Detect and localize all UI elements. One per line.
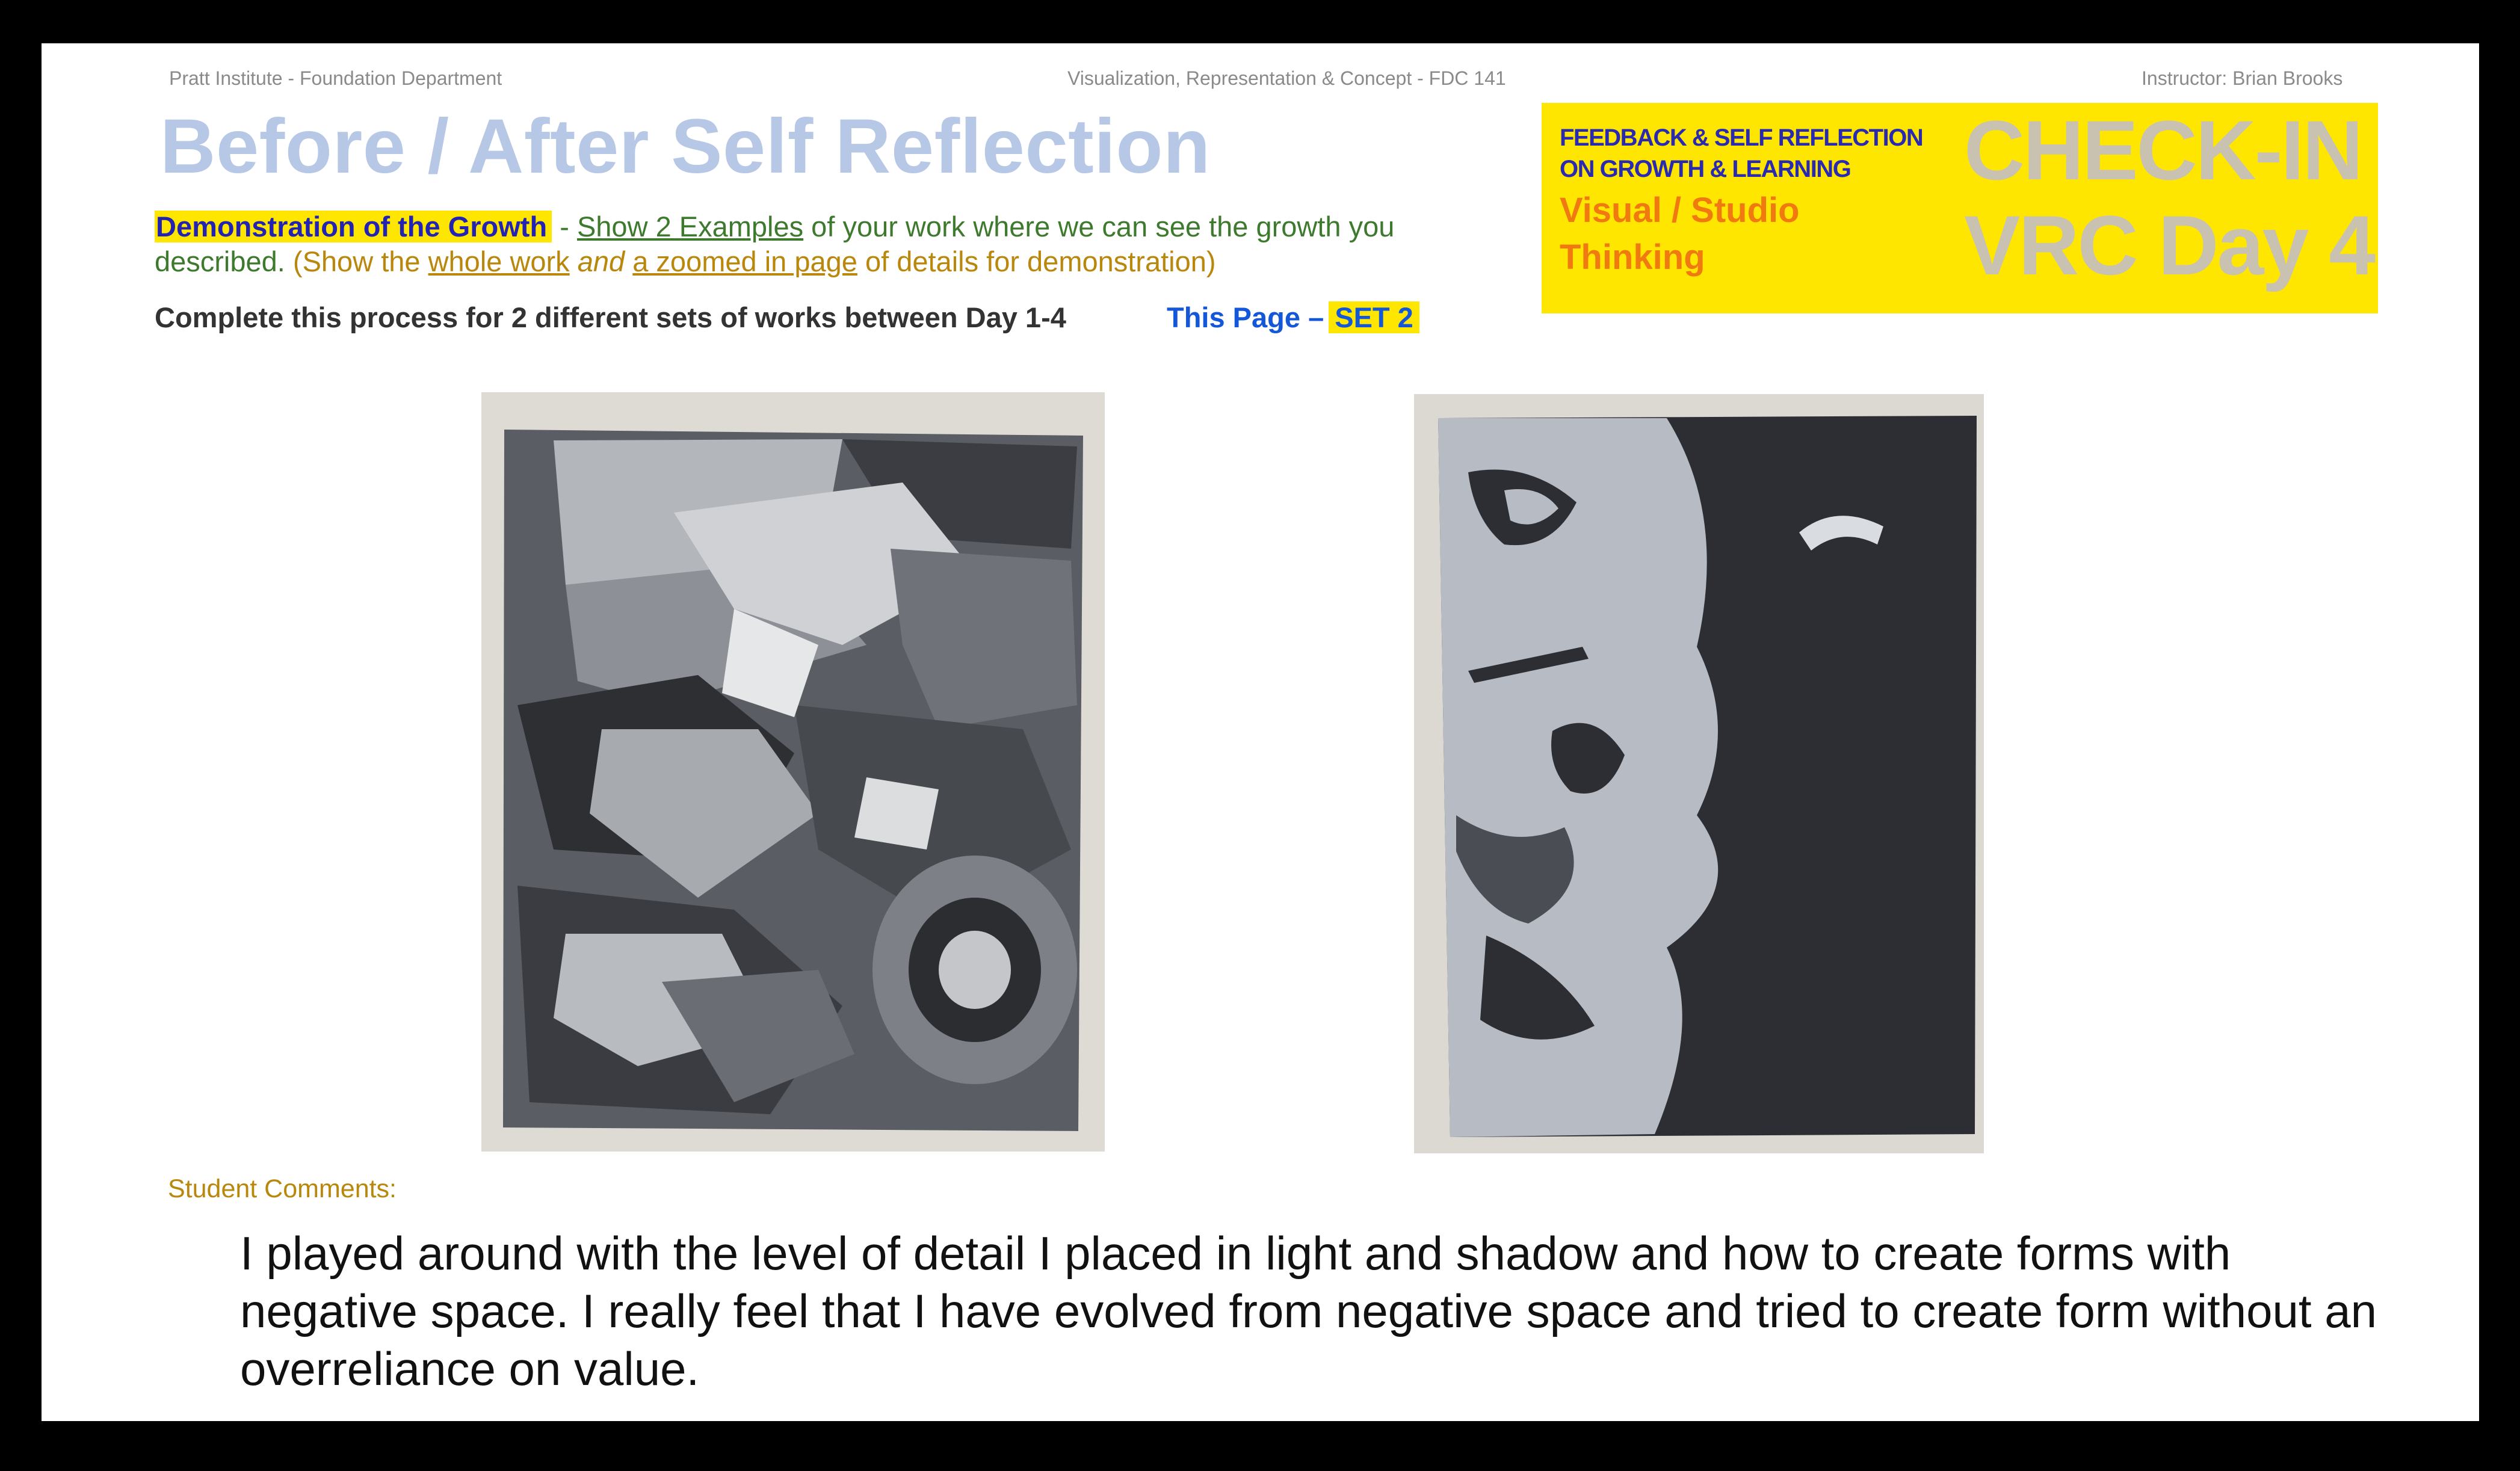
check-in-badge: FEEDBACK & SELF REFLECTION ON GROWTH & L… bbox=[1542, 103, 2378, 313]
student-comments-label: Student Comments: bbox=[168, 1174, 397, 1203]
face-painting-icon bbox=[1414, 394, 1984, 1153]
feedback-title-line1: FEEDBACK & SELF REFLECTION bbox=[1560, 125, 1924, 151]
demo-paren-close: of details for demonstration) bbox=[857, 245, 1216, 277]
demo-highlight: Demonstration of the Growth bbox=[155, 211, 552, 242]
check-in-line2: VRC Day 4 bbox=[1964, 198, 2376, 292]
after-artwork-image bbox=[1414, 394, 1984, 1153]
studio-line1: Visual / Studio bbox=[1560, 191, 1800, 230]
header-instructor: Instructor: Brian Brooks bbox=[2142, 67, 2343, 89]
studio-thinking: Visual / Studio Thinking bbox=[1560, 187, 1981, 281]
header-institution: Pratt Institute - Foundation Department bbox=[169, 67, 502, 89]
student-comment-text: I played around with the level of detail… bbox=[240, 1227, 2377, 1395]
feedback-title-line2: ON GROWTH & LEARNING bbox=[1560, 156, 1851, 182]
demo-paren-open: (Show the bbox=[285, 245, 428, 277]
zoomed-page-link[interactable]: a zoomed in page bbox=[632, 245, 857, 277]
set-badge: SET 2 bbox=[1329, 301, 1419, 333]
demo-and: and bbox=[569, 245, 633, 277]
check-in-day: CHECK-IN VRC Day 4 bbox=[1964, 103, 2376, 293]
show-examples-link[interactable]: Show 2 Examples bbox=[577, 211, 803, 242]
this-page-label: This Page – SET 2 bbox=[1167, 301, 1419, 334]
before-artwork-image bbox=[481, 392, 1105, 1152]
abstract-painting-icon bbox=[481, 392, 1105, 1152]
complete-process-text: Complete this process for 2 different se… bbox=[155, 301, 1066, 333]
demo-instructions: Demonstration of the Growth - Show 2 Exa… bbox=[155, 209, 1509, 279]
demo-dash: - bbox=[552, 211, 577, 242]
header-course: Visualization, Representation & Concept … bbox=[1067, 67, 1506, 89]
studio-line2: Thinking bbox=[1560, 238, 1705, 277]
page-title: Before / After Self Reflection bbox=[160, 103, 1211, 190]
this-page-text: This Page – bbox=[1167, 301, 1324, 333]
check-in-line1: CHECK-IN bbox=[1964, 103, 2363, 197]
whole-work-link[interactable]: whole work bbox=[428, 245, 570, 277]
slide: Pratt Institute - Foundation Department … bbox=[42, 43, 2479, 1421]
feedback-title: FEEDBACK & SELF REFLECTION ON GROWTH & L… bbox=[1560, 122, 1981, 185]
